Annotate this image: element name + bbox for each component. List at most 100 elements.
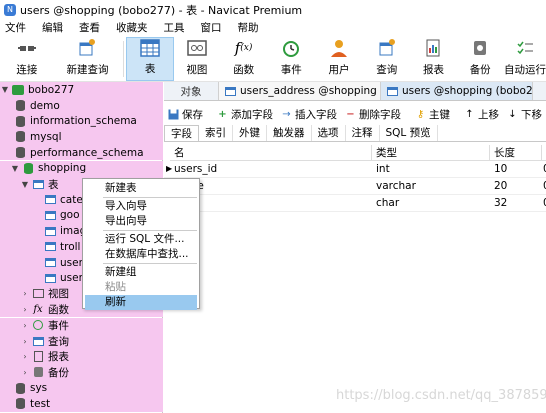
db-label: performance_schema: [30, 146, 144, 159]
new-query-button[interactable]: 新建查询: [54, 37, 122, 81]
menu-tools[interactable]: 工具: [156, 19, 193, 37]
views-label: 视图: [48, 288, 69, 301]
table-label: user: [60, 272, 83, 285]
tree-reports-node[interactable]: › 报表: [0, 348, 163, 365]
menu-view[interactable]: 查看: [71, 19, 108, 37]
table-row-decimal[interactable]: 0: [542, 195, 546, 211]
table-row-length[interactable]: 32: [490, 195, 542, 211]
subtab-indexes[interactable]: 索引: [199, 125, 233, 141]
function-icon: f (x): [234, 39, 253, 57]
table-button[interactable]: 表: [126, 37, 174, 81]
tree-db-information-schema[interactable]: information_schema: [0, 113, 163, 130]
col-header-length[interactable]: 长度: [490, 145, 542, 161]
table-row-decimal[interactable]: 0: [542, 161, 546, 177]
tree-db-test[interactable]: test: [0, 396, 163, 412]
chevron-down-icon[interactable]: ▼: [10, 164, 20, 173]
subtab-sql-preview[interactable]: SQL 预览: [380, 125, 438, 141]
subtab-options[interactable]: 选项: [312, 125, 346, 141]
chevron-down-icon[interactable]: ▼: [20, 180, 30, 189]
ctx-export-wizard[interactable]: 导出向导: [85, 214, 197, 229]
menu-file[interactable]: 文件: [0, 19, 34, 37]
col-header-decimal[interactable]: 小: [542, 145, 546, 161]
ctx-refresh[interactable]: 刷新: [85, 295, 197, 310]
table-row-name[interactable]: users_id: [170, 161, 372, 177]
tree-queries-node[interactable]: › 查询: [0, 333, 163, 349]
report-button[interactable]: 报表: [411, 37, 457, 81]
chevron-right-icon[interactable]: ›: [20, 352, 30, 361]
tree-backups-node[interactable]: › 备份: [0, 364, 163, 381]
auto-run-button[interactable]: 自动运行: [504, 37, 546, 81]
tab-objects[interactable]: 对象: [164, 82, 219, 100]
watermark: https://blog.csdn.net/qq_38785950: [336, 388, 546, 403]
move-down-button[interactable]: ↓ 下移: [503, 107, 546, 122]
ctx-new-group[interactable]: 新建组: [85, 265, 197, 280]
function-button[interactable]: f (x) 函数: [220, 37, 268, 81]
chevron-right-icon[interactable]: ›: [20, 321, 30, 330]
ctx-new-table[interactable]: 新建表: [85, 181, 197, 196]
connect-label: 连接: [16, 64, 38, 76]
tree-events-node[interactable]: › 事件: [0, 317, 163, 334]
view-button[interactable]: 视图: [174, 37, 220, 81]
tree-db-performance-schema[interactable]: performance_schema: [0, 144, 163, 161]
col-header-type[interactable]: 类型: [372, 145, 490, 161]
ctx-paste[interactable]: 粘贴: [85, 280, 197, 295]
menu-help[interactable]: 帮助: [230, 19, 267, 37]
query-icon: [32, 335, 44, 347]
database-icon: [14, 100, 26, 112]
chevron-down-icon[interactable]: ▼: [0, 85, 10, 94]
move-up-button[interactable]: ↑ 上移: [460, 107, 503, 122]
chevron-right-icon[interactable]: ›: [20, 337, 30, 346]
ctx-run-sql-file[interactable]: 运行 SQL 文件...: [85, 232, 197, 247]
subtab-fields[interactable]: 字段: [164, 125, 199, 141]
query-button[interactable]: 查询: [363, 37, 411, 81]
tab-users-address-label: users_address @shopping (...: [240, 85, 381, 97]
tree-db-demo[interactable]: demo: [0, 97, 163, 114]
chevron-right-icon[interactable]: ›: [20, 289, 30, 298]
events-label: 事件: [48, 319, 69, 332]
tree-connection[interactable]: ▼ bobo277: [0, 82, 163, 98]
insert-field-button[interactable]: → 插入字段: [277, 107, 341, 122]
table-row-type[interactable]: varchar: [372, 178, 490, 194]
query-icon: [376, 37, 398, 59]
table-row-name[interactable]: pass: [170, 195, 372, 211]
table-row-decimal[interactable]: 0: [542, 178, 546, 194]
tree-db-shopping[interactable]: ▼ shopping: [0, 160, 163, 177]
tree-db-sys[interactable]: sys: [0, 380, 163, 396]
user-button[interactable]: 用户: [315, 37, 363, 81]
subtab-comment[interactable]: 注释: [346, 125, 380, 141]
chevron-right-icon[interactable]: ›: [20, 368, 30, 377]
ctx-import-wizard[interactable]: 导入向导: [85, 199, 197, 214]
menu-favorites[interactable]: 收藏夹: [108, 19, 156, 37]
chevron-right-icon[interactable]: ›: [20, 305, 30, 314]
connect-button[interactable]: 连接: [0, 37, 54, 81]
primary-key-button[interactable]: ⚷ 主键: [411, 107, 454, 122]
table-row-type[interactable]: char: [372, 195, 490, 211]
event-button[interactable]: 事件: [267, 37, 315, 81]
user-icon: [328, 37, 350, 59]
ctx-find-in-database[interactable]: 在数据库中查找...: [85, 247, 197, 262]
ctx-separator: [103, 263, 197, 264]
connection-label: bobo277: [28, 83, 75, 96]
menu-window[interactable]: 窗口: [193, 19, 230, 37]
add-field-button[interactable]: + 添加字段: [213, 107, 277, 122]
database-icon: [14, 115, 26, 127]
backup-button[interactable]: 备份: [456, 37, 504, 81]
table-icon: [44, 257, 56, 269]
database-icon: [14, 398, 26, 410]
col-header-name[interactable]: 名: [170, 145, 372, 161]
table-row-type[interactable]: int: [372, 161, 490, 177]
subtab-triggers[interactable]: 触发器: [267, 125, 312, 141]
tree-db-mysql[interactable]: mysql: [0, 129, 163, 145]
tab-users-address[interactable]: users_address @shopping (...: [219, 82, 381, 100]
insert-field-label: 插入字段: [295, 109, 337, 121]
tab-users[interactable]: users @shopping (bobo277...: [381, 82, 533, 100]
table-row-length[interactable]: 10: [490, 161, 542, 177]
backups-label: 备份: [48, 366, 69, 379]
save-button[interactable]: 保存: [164, 107, 207, 122]
delete-field-button[interactable]: − 删除字段: [341, 107, 405, 122]
table-icon: [44, 272, 56, 284]
menu-edit[interactable]: 编辑: [34, 19, 71, 37]
table-row-length[interactable]: 20: [490, 178, 542, 194]
table-row-name[interactable]: name: [170, 178, 372, 194]
subtab-foreign-keys[interactable]: 外键: [233, 125, 267, 141]
